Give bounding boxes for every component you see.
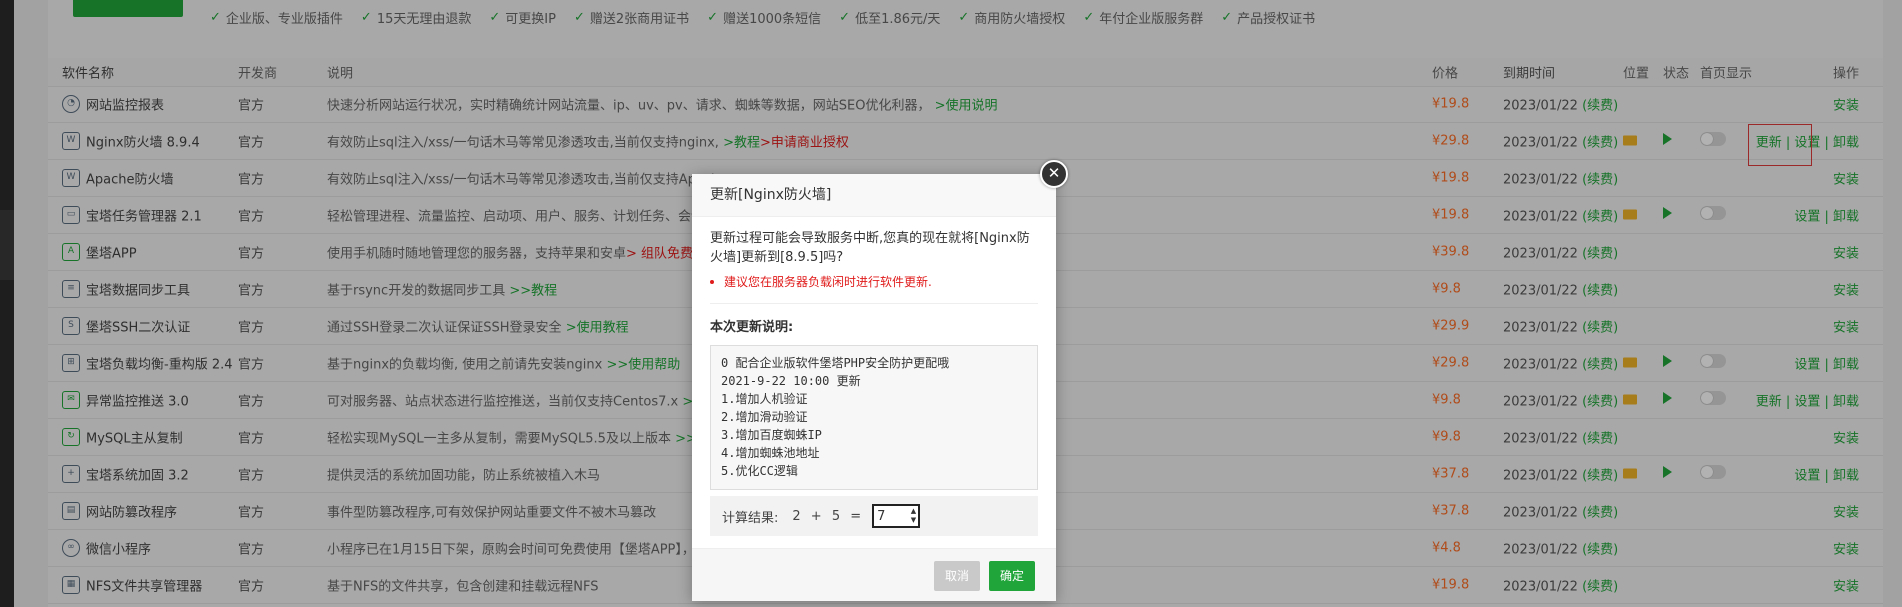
close-icon[interactable]: ✕ <box>1040 160 1068 188</box>
notes-title: 本次更新说明: <box>710 303 1038 335</box>
dialog-footer: 取消 确定 <box>692 548 1056 601</box>
dialog-title: 更新[Nginx防火墙] <box>692 174 1056 217</box>
calc-label: 计算结果: <box>722 510 779 526</box>
warning-text: 建议您在服务器负载闲时进行软件更新. <box>724 275 932 289</box>
bullet-icon <box>710 279 714 284</box>
note-line: 2021-9-22 10:00 更新 <box>721 374 861 388</box>
spinner-icon[interactable]: ▲ ▼ <box>911 507 916 525</box>
update-notes: 0 配合企业版软件堡塔PHP安全防护更配哦 2021-9-22 10:00 更新 1… <box>710 345 1038 490</box>
captcha-row: 计算结果: 2 + 5 = 7 ▲ ▼ <box>710 496 1038 536</box>
note-line: 0 配合企业版软件堡塔PHP安全防护更配哦 <box>721 356 950 370</box>
calc-value: 7 <box>877 508 886 524</box>
cancel-button[interactable]: 取消 <box>934 561 980 591</box>
dialog-warning: 建议您在服务器负载闲时进行软件更新. <box>710 273 1038 290</box>
note-line: 5.优化CC逻辑 <box>721 464 798 478</box>
note-line: 2.增加滑动验证 <box>721 410 808 424</box>
confirm-button[interactable]: 确定 <box>989 561 1035 591</box>
update-dialog: ✕ 更新[Nginx防火墙] 更新过程可能会导致服务中断,您真的现在就将[Ngi… <box>692 160 1068 601</box>
note-line: 3.增加百度蜘蛛IP <box>721 428 822 442</box>
note-line: 4.增加蜘蛛池地址 <box>721 446 820 460</box>
note-line: 1.增加人机验证 <box>721 392 808 406</box>
calc-result-input[interactable]: 7 ▲ ▼ <box>872 504 921 528</box>
calc-expression: 2 + 5 = <box>792 508 865 524</box>
dialog-message: 更新过程可能会导致服务中断,您真的现在就将[Nginx防火墙]更新到[8.9.5… <box>710 231 1030 265</box>
